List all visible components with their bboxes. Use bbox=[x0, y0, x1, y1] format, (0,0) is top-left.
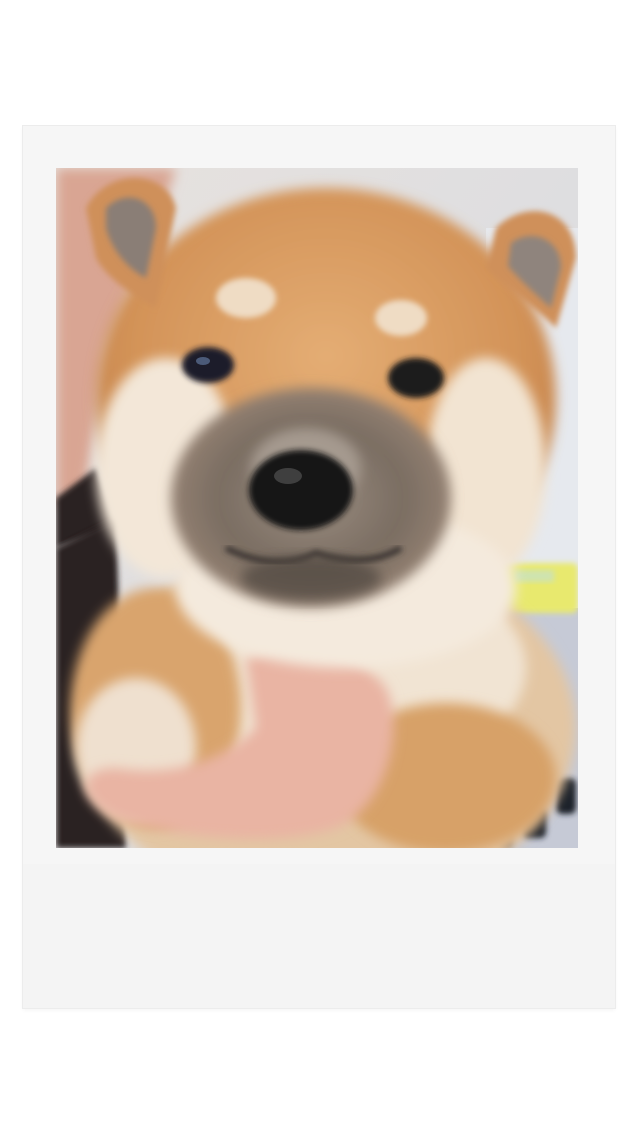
page bbox=[0, 0, 640, 1136]
left-eye bbox=[182, 347, 234, 383]
polaroid-frame bbox=[23, 126, 615, 1008]
nose bbox=[249, 450, 353, 530]
puppy-illustration bbox=[56, 168, 578, 848]
polaroid-caption-area bbox=[23, 864, 615, 1008]
puppy-photo bbox=[56, 168, 578, 848]
right-eye bbox=[388, 358, 444, 398]
